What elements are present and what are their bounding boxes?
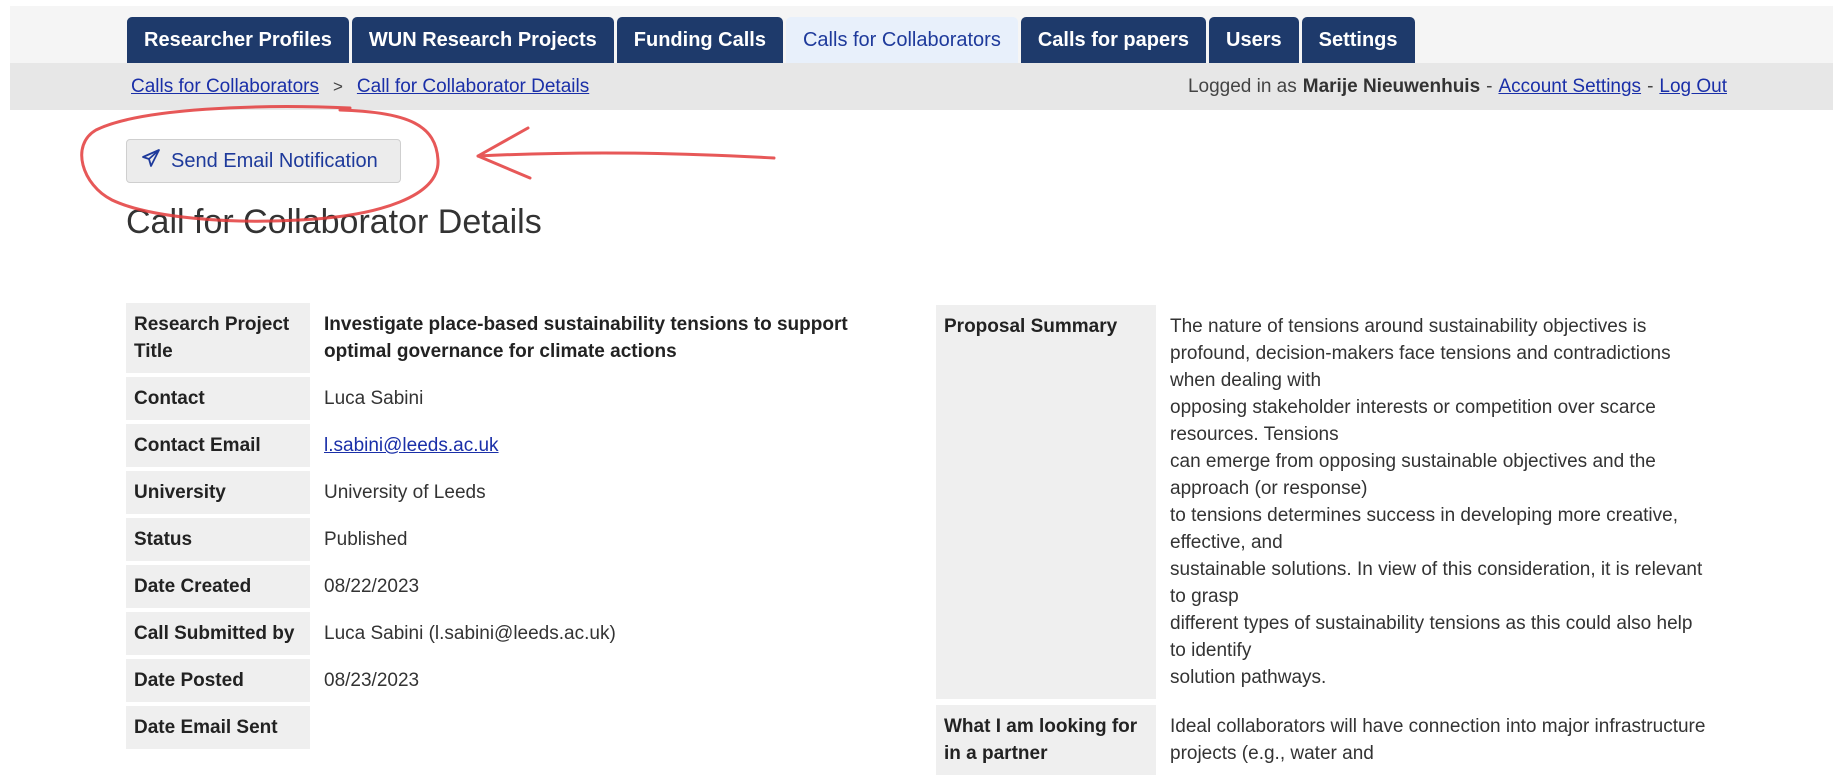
date-created-value: 08/22/2023 <box>324 576 420 597</box>
page-title: Call for Collaborator Details <box>126 203 542 241</box>
table-row: Status Published <box>126 518 898 561</box>
looking-for-label: What I am looking for in a partner <box>936 705 1156 775</box>
user-bar: Logged in as Marije Nieuwenhuis - Accoun… <box>1188 63 1727 110</box>
contact-email-link[interactable]: l.sabini@leeds.ac.uk <box>324 435 499 456</box>
breadcrumb-call-details[interactable]: Call for Collaborator Details <box>357 76 589 98</box>
summary-table: Proposal Summary The nature of tensions … <box>936 299 1724 781</box>
tab-users[interactable]: Users <box>1209 17 1299 63</box>
table-row: Research Project Title Investigate place… <box>126 303 898 373</box>
summary-line: solution pathways. <box>1170 667 1327 688</box>
separator-dash: - <box>1486 75 1493 97</box>
tab-calls-for-papers[interactable]: Calls for papers <box>1020 17 1207 63</box>
tab-researcher-profiles[interactable]: Researcher Profiles <box>127 17 349 63</box>
table-row: Contact Luca Sabini <box>126 377 898 420</box>
paper-plane-icon <box>141 148 161 174</box>
account-settings-link[interactable]: Account Settings <box>1498 76 1641 98</box>
contact-email-cell: l.sabini@leeds.ac.uk <box>310 424 898 467</box>
details-table: Research Project Title Investigate place… <box>126 299 898 753</box>
main-nav-tabs: Researcher Profiles WUN Research Project… <box>127 17 1415 63</box>
row-label: Status <box>126 518 310 561</box>
annotation-arrow <box>476 126 776 180</box>
university-value: University of Leeds <box>324 482 486 503</box>
table-row: Date Email Sent <box>126 706 898 749</box>
date-email-sent-value <box>310 706 898 749</box>
tab-calls-for-collaborators[interactable]: Calls for Collaborators <box>785 17 1018 63</box>
separator-dash: - <box>1647 75 1654 97</box>
breadcrumb-bar: Calls for Collaborators > Call for Colla… <box>10 63 1833 110</box>
row-label: Call Submitted by <box>126 612 310 655</box>
summary-line: sustainable solutions. In view of this c… <box>1170 559 1703 607</box>
row-label: University <box>126 471 310 514</box>
contact-value: Luca Sabini <box>324 388 424 409</box>
summary-line: The nature of tensions around sustainabi… <box>1170 316 1671 391</box>
table-row: What I am looking for in a partner Ideal… <box>936 705 1724 775</box>
date-posted-value: 08/23/2023 <box>324 670 420 691</box>
row-label: Contact <box>126 377 310 420</box>
submitted-by-value: Luca Sabini (l.sabini@leeds.ac.uk) <box>324 623 616 644</box>
send-email-notification-button[interactable]: Send Email Notification <box>126 139 401 183</box>
table-row: Call Submitted by Luca Sabini (l.sabini@… <box>126 612 898 655</box>
logged-in-prefix: Logged in as <box>1187 75 1297 97</box>
summary-line: can emerge from opposing sustainable obj… <box>1170 451 1656 499</box>
row-label: Contact Email <box>126 424 310 467</box>
breadcrumb: Calls for Collaborators > Call for Colla… <box>131 63 589 110</box>
proposal-summary-label: Proposal Summary <box>936 305 1156 699</box>
summary-line: different types of sustainability tensio… <box>1170 613 1693 661</box>
tab-wun-research-projects[interactable]: WUN Research Projects <box>351 17 614 63</box>
table-row: Date Created 08/22/2023 <box>126 565 898 608</box>
status-value: Published <box>324 529 408 550</box>
row-label: Research Project Title <box>126 303 310 373</box>
row-label: Date Posted <box>126 659 310 702</box>
table-row: Contact Email l.sabini@leeds.ac.uk <box>126 424 898 467</box>
breadcrumb-separator: > <box>332 76 343 96</box>
table-row: Proposal Summary The nature of tensions … <box>936 305 1724 699</box>
tab-funding-calls[interactable]: Funding Calls <box>616 17 783 63</box>
user-name: Marije Nieuwenhuis <box>1302 75 1481 97</box>
row-label: Date Email Sent <box>126 706 310 749</box>
send-email-label: Send Email Notification <box>171 149 378 172</box>
project-title-value: Investigate place-based sustainability t… <box>324 314 848 362</box>
tab-settings[interactable]: Settings <box>1301 17 1415 63</box>
row-label: Date Created <box>126 565 310 608</box>
proposal-summary-value: The nature of tensions around sustainabi… <box>1156 305 1724 699</box>
log-out-link[interactable]: Log Out <box>1659 76 1727 98</box>
looking-for-value: Ideal collaborators will have connection… <box>1170 716 1706 764</box>
summary-line: to tensions determines success in develo… <box>1170 505 1678 553</box>
table-row: Date Posted 08/23/2023 <box>126 659 898 702</box>
breadcrumb-calls-for-collaborators[interactable]: Calls for Collaborators <box>131 76 319 98</box>
summary-line: opposing stakeholder interests or compet… <box>1170 397 1656 445</box>
table-row: University University of Leeds <box>126 471 898 514</box>
